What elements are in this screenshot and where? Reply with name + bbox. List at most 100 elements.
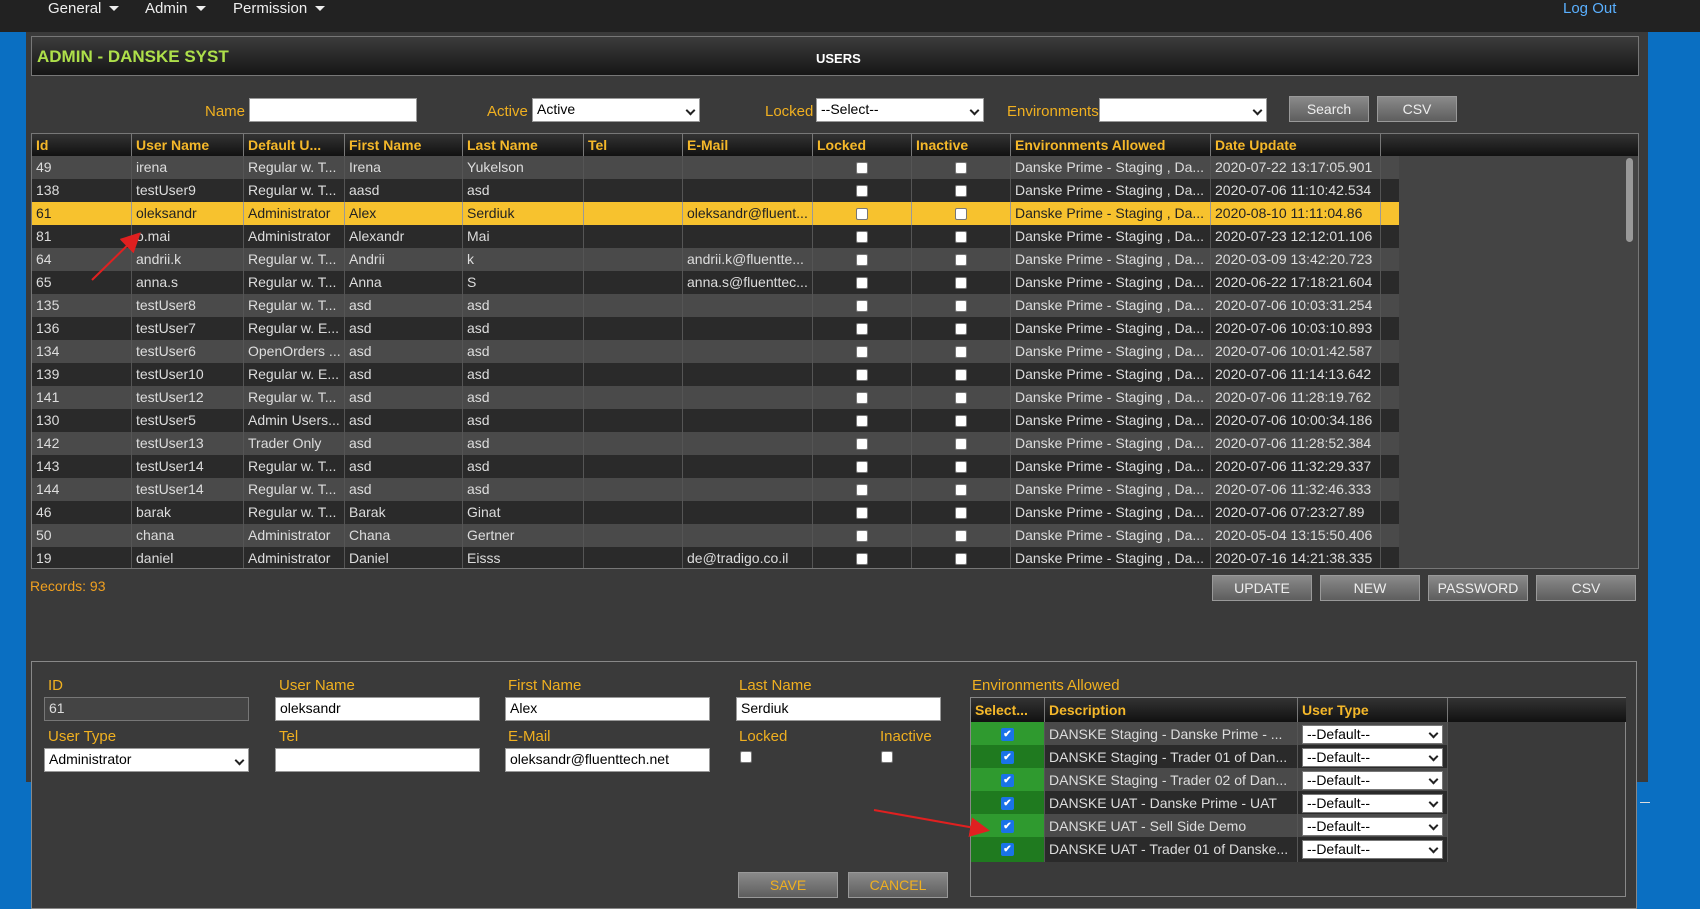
menu-admin[interactable]: Admin — [145, 0, 206, 17]
inactive-checkbox[interactable] — [954, 162, 967, 174]
inactive-checkbox[interactable] — [954, 553, 967, 565]
env-usertype-select[interactable]: --Default-- — [1302, 748, 1443, 767]
inactive-checkbox[interactable] — [954, 507, 967, 519]
username-field[interactable]: oleksandr — [275, 697, 480, 721]
password-button[interactable]: PASSWORD — [1428, 575, 1528, 601]
env-row[interactable]: ✔ DANSKE UAT - Sell Side Demo --Default-- — [971, 814, 1448, 839]
inactive-checkbox[interactable] — [954, 254, 967, 266]
table-row[interactable]: 138 testUser9 Regular w. T... aasd asd Danske… — [32, 179, 1399, 202]
inactive-checkbox[interactable] — [954, 300, 967, 312]
env-row[interactable]: ✔ DANSKE UAT - Trader 01 of Danske... --De… — [971, 837, 1448, 862]
env-usertype-select[interactable]: --Default-- — [1302, 817, 1443, 836]
table-row[interactable]: 19 daniel Administrator Daniel Eisss de@tradi… — [32, 547, 1399, 568]
search-button[interactable]: Search — [1289, 96, 1369, 122]
col-header-locked[interactable]: Locked — [813, 134, 912, 156]
col-header-email[interactable]: E-Mail — [683, 134, 813, 156]
locked-checkbox[interactable] — [855, 392, 868, 404]
env-row[interactable]: ✔ DANSKE Staging - Trader 01 of Dan... --D… — [971, 745, 1448, 770]
table-row[interactable]: 61 oleksandr Administrator Alex Serdiuk oleks… — [32, 202, 1399, 225]
table-row[interactable]: 65 anna.s Regular w. T... Anna Sanna.s@fluen… — [32, 271, 1399, 294]
locked-checkbox[interactable] — [855, 507, 868, 519]
locked-checkbox[interactable] — [855, 553, 868, 565]
table-row[interactable]: 46 barak Regular w. T... Barak Ginat Danske P… — [32, 501, 1399, 524]
inactive-checkbox[interactable] — [954, 185, 967, 197]
inactive-checkbox[interactable] — [954, 438, 967, 450]
env-select-checkbox[interactable]: ✔ — [1001, 843, 1014, 856]
col-header-inactive[interactable]: Inactive — [912, 134, 1011, 156]
env-select-checkbox[interactable]: ✔ — [1001, 728, 1014, 741]
scrollbar-thumb[interactable] — [1626, 158, 1633, 242]
table-row[interactable]: 142 testUser13 Trader Only asd asd Danske Pri… — [32, 432, 1399, 455]
active-filter-select[interactable]: Active — [532, 98, 700, 122]
col-header-tel[interactable]: Tel — [584, 134, 683, 156]
col-header-lastname[interactable]: Last Name — [463, 134, 584, 156]
menu-permission[interactable]: Permission — [233, 0, 326, 17]
env-usertype-select[interactable]: --Default-- — [1302, 840, 1443, 859]
csv-button[interactable]: CSV — [1536, 575, 1636, 601]
env-select-checkbox[interactable]: ✔ — [1001, 751, 1014, 764]
inactive-checkbox[interactable] — [954, 461, 967, 473]
locked-checkbox[interactable] — [855, 208, 868, 220]
csv-filter-button[interactable]: CSV — [1377, 96, 1457, 122]
save-button[interactable]: SAVE — [738, 872, 838, 898]
table-row[interactable]: 64 andrii.k Regular w. T... Andrii k andrii.k… — [32, 248, 1399, 271]
table-row[interactable]: 144 testUser14 Regular w. T... asd asd Danske… — [32, 478, 1399, 501]
col-header-default-usertype[interactable]: Default U... — [244, 134, 345, 156]
table-row[interactable]: 135 testUser8 Regular w. T... asd asd Danske … — [32, 294, 1399, 317]
locked-checkbox[interactable] — [855, 369, 868, 381]
lastname-field[interactable]: Serdiuk — [736, 697, 941, 721]
col-header-environments[interactable]: Environments Allowed — [1011, 134, 1211, 156]
inactive-checkbox[interactable] — [954, 277, 967, 289]
table-row[interactable]: 81 o.mai Administrator Alexandr Mai Danske Pr… — [32, 225, 1399, 248]
inactive-checkbox[interactable] — [954, 208, 967, 220]
table-row[interactable]: 49 irena Regular w. T... Irena Yukelson Dansk… — [32, 156, 1399, 179]
name-filter-input[interactable] — [249, 98, 417, 122]
inactive-checkbox[interactable] — [954, 415, 967, 427]
locked-checkbox[interactable] — [855, 231, 868, 243]
locked-checkbox[interactable] — [855, 484, 868, 496]
col-header-date-update[interactable]: Date Update — [1211, 134, 1381, 156]
locked-checkbox[interactable] — [855, 415, 868, 427]
locked-checkbox[interactable] — [855, 461, 868, 473]
table-row[interactable]: 143 testUser14 Regular w. T... asd asd Danske… — [32, 455, 1399, 478]
env-filter-select[interactable] — [1099, 98, 1267, 122]
table-row[interactable]: 136 testUser7 Regular w. E... asd asd Danske … — [32, 317, 1399, 340]
inactive-checkbox[interactable] — [954, 323, 967, 335]
new-button[interactable]: NEW — [1320, 575, 1420, 601]
table-row[interactable]: 50 chana Administrator Chana Gertner Danske P… — [32, 524, 1399, 547]
update-button[interactable]: UPDATE — [1212, 575, 1312, 601]
table-row[interactable]: 134 testUser6 OpenOrders ... asd asd Danske P… — [32, 340, 1399, 363]
inactive-checkbox[interactable] — [954, 369, 967, 381]
inactive-checkbox[interactable] — [881, 751, 893, 763]
inactive-checkbox[interactable] — [954, 484, 967, 496]
inactive-checkbox[interactable] — [954, 231, 967, 243]
email-field[interactable]: oleksandr@fluenttech.net — [505, 748, 710, 772]
locked-checkbox[interactable] — [855, 346, 868, 358]
env-usertype-select[interactable]: --Default-- — [1302, 725, 1443, 744]
locked-checkbox[interactable] — [855, 300, 868, 312]
locked-filter-select[interactable]: --Select-- — [816, 98, 984, 122]
inactive-checkbox[interactable] — [954, 530, 967, 542]
env-row[interactable]: ✔ DANSKE Staging - Danske Prime - ... --De… — [971, 722, 1448, 747]
col-header-firstname[interactable]: First Name — [345, 134, 463, 156]
logout-link[interactable]: Log Out — [1563, 0, 1616, 17]
inactive-checkbox[interactable] — [954, 346, 967, 358]
cancel-button[interactable]: CANCEL — [848, 872, 948, 898]
env-select-checkbox[interactable]: ✔ — [1001, 820, 1014, 833]
col-header-id[interactable]: Id — [32, 134, 132, 156]
locked-checkbox[interactable] — [855, 277, 868, 289]
env-row[interactable]: ✔ DANSKE UAT - Danske Prime - UAT --Defaul… — [971, 791, 1448, 816]
locked-checkbox[interactable] — [855, 254, 868, 266]
locked-checkbox[interactable] — [855, 438, 868, 450]
firstname-field[interactable]: Alex — [505, 697, 710, 721]
env-row[interactable]: ✔ DANSKE Staging - Trader 02 of Dan... --D… — [971, 768, 1448, 793]
tel-field[interactable] — [275, 748, 480, 772]
locked-checkbox[interactable] — [855, 323, 868, 335]
table-row[interactable]: 130 testUser5 Admin Users... asd asd Danske P… — [32, 409, 1399, 432]
menu-general[interactable]: General — [48, 0, 120, 17]
env-select-checkbox[interactable]: ✔ — [1001, 797, 1014, 810]
grid-scrollbar[interactable] — [1622, 156, 1638, 568]
locked-checkbox[interactable] — [855, 185, 868, 197]
env-usertype-select[interactable]: --Default-- — [1302, 771, 1443, 790]
env-select-checkbox[interactable]: ✔ — [1001, 774, 1014, 787]
